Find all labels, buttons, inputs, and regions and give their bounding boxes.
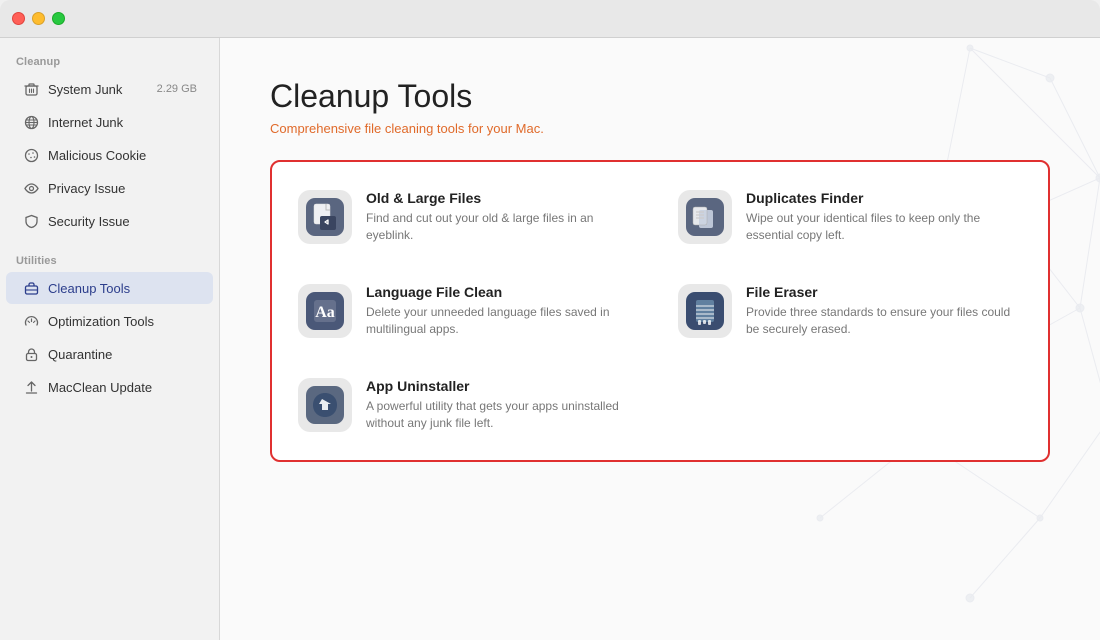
language-file-clean-desc: Delete your unneeded language files save… xyxy=(366,304,642,338)
traffic-lights xyxy=(12,12,65,25)
close-button[interactable] xyxy=(12,12,25,25)
app-uninstaller-desc: A powerful utility that gets your apps u… xyxy=(366,398,642,432)
optimization-tools-label: Optimization Tools xyxy=(48,314,197,329)
app-uninstaller-icon-wrap xyxy=(298,378,352,432)
tool-item-file-eraser[interactable]: File Eraser Provide three standards to e… xyxy=(662,266,1038,356)
eye-icon xyxy=(22,179,40,197)
arrow-up-icon xyxy=(22,378,40,396)
file-eraser-icon-wrap xyxy=(678,284,732,338)
old-large-files-icon-wrap xyxy=(298,190,352,244)
main-content: Cleanup Tools Comprehensive file cleanin… xyxy=(220,38,1100,640)
security-issue-label: Security Issue xyxy=(48,214,197,229)
old-large-files-desc: Find and cut out your old & large files … xyxy=(366,210,642,244)
app-uninstaller-text: App Uninstaller A powerful utility that … xyxy=(366,378,642,432)
duplicates-finder-text: Duplicates Finder Wipe out your identica… xyxy=(746,190,1022,244)
duplicates-finder-desc: Wipe out your identical files to keep on… xyxy=(746,210,1022,244)
system-junk-label: System Junk xyxy=(48,82,149,97)
tools-grid: Old & Large Files Find and cut out your … xyxy=(282,172,1038,450)
tools-grid-wrapper: Old & Large Files Find and cut out your … xyxy=(270,160,1050,462)
lock-icon xyxy=(22,345,40,363)
tool-item-language-file-clean[interactable]: Aa Language File Clean Delete your unnee… xyxy=(282,266,658,356)
sidebar-item-malicious-cookie[interactable]: Malicious Cookie xyxy=(6,139,213,171)
file-eraser-icon xyxy=(686,292,724,330)
briefcase-icon xyxy=(22,279,40,297)
language-file-clean-name: Language File Clean xyxy=(366,284,642,300)
duplicates-finder-icon-wrap xyxy=(678,190,732,244)
sidebar-item-optimization-tools[interactable]: Optimization Tools xyxy=(6,305,213,337)
tool-item-old-large-files[interactable]: Old & Large Files Find and cut out your … xyxy=(282,172,658,262)
language-file-clean-icon-wrap: Aa xyxy=(298,284,352,338)
cookie-icon xyxy=(22,146,40,164)
utilities-section-label: Utilities xyxy=(0,247,219,271)
tool-item-duplicates-finder[interactable]: Duplicates Finder Wipe out your identica… xyxy=(662,172,1038,262)
language-file-clean-icon: Aa xyxy=(306,292,344,330)
macclean-update-label: MacClean Update xyxy=(48,380,197,395)
file-eraser-desc: Provide three standards to ensure your f… xyxy=(746,304,1022,338)
system-junk-badge: 2.29 GB xyxy=(157,83,197,95)
language-file-clean-text: Language File Clean Delete your unneeded… xyxy=(366,284,642,338)
app-container: Cleanup System Junk 2.29 GB xyxy=(0,38,1100,640)
old-large-files-text: Old & Large Files Find and cut out your … xyxy=(366,190,642,244)
malicious-cookie-label: Malicious Cookie xyxy=(48,148,197,163)
cleanup-tools-label: Cleanup Tools xyxy=(48,281,197,296)
privacy-issue-label: Privacy Issue xyxy=(48,181,197,196)
sidebar-item-system-junk[interactable]: System Junk 2.29 GB xyxy=(6,73,213,105)
shield-icon xyxy=(22,212,40,230)
page-subtitle: Comprehensive file cleaning tools for yo… xyxy=(270,121,1050,136)
page-title: Cleanup Tools xyxy=(270,78,1050,115)
old-large-files-name: Old & Large Files xyxy=(366,190,642,206)
internet-junk-label: Internet Junk xyxy=(48,115,197,130)
old-large-files-icon xyxy=(306,198,344,236)
sidebar: Cleanup System Junk 2.29 GB xyxy=(0,38,220,640)
sidebar-item-privacy-issue[interactable]: Privacy Issue xyxy=(6,172,213,204)
tool-item-app-uninstaller[interactable]: App Uninstaller A powerful utility that … xyxy=(282,360,658,450)
sidebar-item-quarantine[interactable]: Quarantine xyxy=(6,338,213,370)
file-eraser-name: File Eraser xyxy=(746,284,1022,300)
cleanup-section-label: Cleanup xyxy=(0,48,219,72)
minimize-button[interactable] xyxy=(32,12,45,25)
file-eraser-text: File Eraser Provide three standards to e… xyxy=(746,284,1022,338)
trash-icon xyxy=(22,80,40,98)
duplicates-finder-name: Duplicates Finder xyxy=(746,190,1022,206)
maximize-button[interactable] xyxy=(52,12,65,25)
sidebar-item-cleanup-tools[interactable]: Cleanup Tools xyxy=(6,272,213,304)
titlebar xyxy=(0,0,1100,38)
app-uninstaller-name: App Uninstaller xyxy=(366,378,642,394)
svg-text:Aa: Aa xyxy=(315,304,335,321)
app-uninstaller-icon xyxy=(306,386,344,424)
quarantine-label: Quarantine xyxy=(48,347,197,362)
globe-icon xyxy=(22,113,40,131)
duplicates-finder-icon xyxy=(686,198,724,236)
speedometer-icon xyxy=(22,312,40,330)
sidebar-item-internet-junk[interactable]: Internet Junk xyxy=(6,106,213,138)
sidebar-item-macclean-update[interactable]: MacClean Update xyxy=(6,371,213,403)
sidebar-item-security-issue[interactable]: Security Issue xyxy=(6,205,213,237)
